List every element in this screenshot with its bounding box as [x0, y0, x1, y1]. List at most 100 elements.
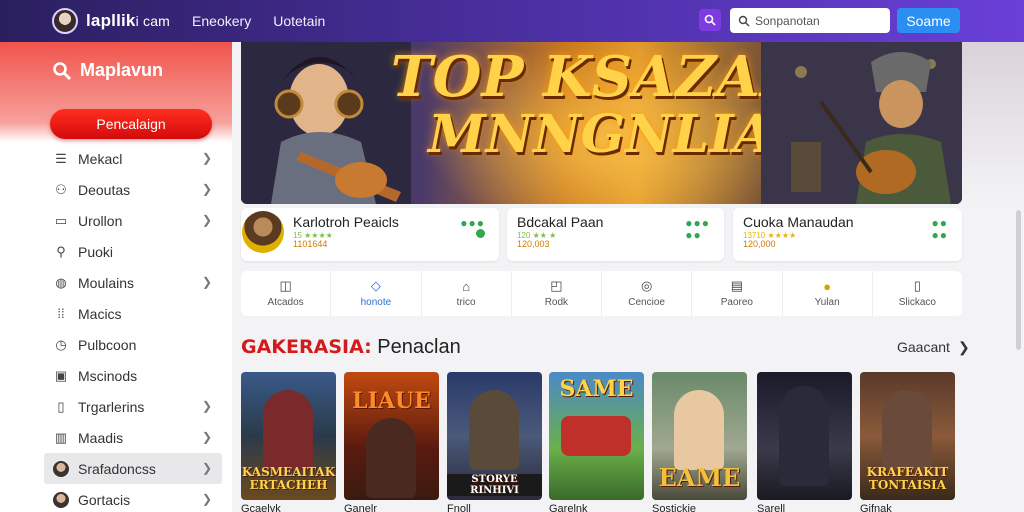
- coin-icon: ●: [823, 278, 832, 294]
- game-title[interactable]: Gifnak: [860, 503, 892, 512]
- category-label: Rodk: [544, 297, 569, 308]
- sidebar-item-mekacl[interactable]: ☰ Mekacl ❯: [44, 143, 222, 174]
- chevron-right-icon: ❯: [201, 399, 212, 413]
- search-input[interactable]: [755, 13, 880, 28]
- category-label: honote: [360, 297, 392, 308]
- sidebar-item-deoutas[interactable]: ⚇ Deoutas ❯: [44, 174, 222, 205]
- featured-thumbnail: [242, 211, 284, 253]
- sidebar-item-gortacis[interactable]: Gortacis ❯: [44, 484, 222, 512]
- grid-icon: ⁞⁞: [57, 306, 65, 321]
- status-dot: [476, 229, 485, 238]
- sidebar-item-label: Deoutas: [78, 181, 131, 198]
- game-caption: KASMEAITAK ERTACHEH: [241, 465, 336, 492]
- window-icon: ▭: [54, 212, 68, 228]
- avatar: [52, 460, 70, 478]
- sidebar-item-srafadoncss[interactable]: Srafadoncss ❯: [44, 453, 222, 484]
- game-card[interactable]: STORYE RINHIVI: [447, 372, 542, 500]
- game-caption: KRAFEAKIT TONTAISIA: [866, 465, 949, 492]
- game-title[interactable]: Ganelr: [344, 503, 377, 512]
- sidebar-item-maadis[interactable]: ▥ Maadis ❯: [44, 422, 222, 453]
- game-card[interactable]: SAME: [549, 372, 644, 500]
- featured-card[interactable]: Cuoka Manaudan 13710 ★★★★ 120,000 ●● ●●: [733, 208, 962, 261]
- featured-card[interactable]: Karlotroh Peaicls 15 ★★★★ 1101644 ●●●: [241, 208, 499, 261]
- game-card[interactable]: LIAUE: [344, 372, 439, 500]
- nav-link-2[interactable]: Uotetain: [273, 13, 325, 29]
- user-avatar[interactable]: [52, 8, 78, 34]
- site-logo[interactable]: laplliki cam: [86, 11, 170, 31]
- book-icon: ▤: [730, 278, 744, 293]
- featured-count: 120,000: [743, 239, 776, 249]
- game-title[interactable]: Fnoll: [447, 503, 471, 512]
- sidebar-brand[interactable]: Maplavun: [52, 60, 163, 81]
- chevron-right-icon: ❯: [201, 182, 212, 196]
- category-slickaco[interactable]: ▯ Slickaco: [873, 271, 962, 316]
- game-card[interactable]: EAME: [652, 372, 747, 500]
- sidebar-item-pulbcoon[interactable]: ◷ Pulbcoon: [44, 329, 222, 360]
- brand-label: Maplavun: [80, 60, 164, 80]
- game-title[interactable]: Garelnk: [549, 503, 588, 512]
- sidebar-item-moulains[interactable]: ◍ Moulains ❯: [44, 267, 222, 298]
- search-icon: [704, 14, 716, 26]
- featured-count: 1101644: [293, 239, 328, 249]
- category-yulan[interactable]: ● Yulan: [783, 271, 873, 316]
- sidebar-item-urollon[interactable]: ▭ Urollon ❯: [44, 205, 222, 236]
- page-scrollbar[interactable]: [1016, 210, 1021, 350]
- sidebar-item-macics[interactable]: ⁞⁞ Macics: [44, 298, 222, 329]
- sidebar-item-mscinods[interactable]: ▣ Mscinods: [44, 360, 222, 391]
- category-label: Paoreo: [720, 297, 753, 308]
- game-art: [779, 386, 829, 486]
- user-icon: ⚲: [56, 243, 66, 259]
- game-card[interactable]: KASMEAITAK ERTACHEH: [241, 372, 336, 500]
- featured-card[interactable]: Bdcakal Paan 120 ★★ ★ 120,003 ●●● ●●: [507, 208, 724, 261]
- sidebar-list: ☰ Mekacl ❯ ⚇ Deoutas ❯ ▭ Urollon ❯ ⚲ Puo…: [44, 143, 222, 512]
- category-strip: ◫ Atcados ◇ honote ⌂ trico ◰ Rodk ◎ Cencioe ▤…: [241, 271, 962, 316]
- game-art: [882, 390, 932, 470]
- game-title[interactable]: Gcaelyk: [241, 503, 281, 512]
- category-label: Atcados: [267, 297, 304, 308]
- sidebar-item-label: Urollon: [78, 212, 123, 229]
- sidebar-item-label: Macics: [78, 305, 122, 322]
- game-card[interactable]: [757, 372, 852, 500]
- chevron-right-icon: ❯: [201, 430, 212, 444]
- search-toggle-button[interactable]: [699, 9, 721, 31]
- game-art: [263, 390, 313, 470]
- sidebar-item-label: Mekacl: [78, 150, 123, 167]
- chevron-right-icon: ❯: [201, 151, 212, 165]
- tag-icon: ◇: [370, 278, 381, 293]
- sidebar-item-label: Moulains: [78, 274, 135, 291]
- more-dots-icon[interactable]: ●● ●●: [932, 217, 949, 241]
- chevron-right-icon: ❯: [957, 339, 970, 355]
- game-caption: STORYE RINHIVI: [447, 474, 542, 496]
- globe-icon: ◍: [55, 274, 67, 290]
- sidebar-cta-button[interactable]: Pencalaign: [50, 109, 212, 139]
- sidebar-item-trgarlerins[interactable]: ▯ Trgarlerins ❯: [44, 391, 222, 422]
- chevron-right-icon: ❯: [201, 492, 212, 506]
- category-rodk[interactable]: ◰ Rodk: [512, 271, 602, 316]
- section-title-rest: Penaclan: [371, 336, 461, 358]
- section-see-all-link[interactable]: Gaacant ❯: [897, 339, 970, 356]
- game-art: [469, 390, 519, 470]
- sidebar: Maplavun Pencalaign ☰ Mekacl ❯ ⚇ Deoutas…: [0, 42, 232, 512]
- search-icon: [53, 61, 72, 80]
- nav-link-1[interactable]: Eneokery: [192, 13, 251, 29]
- game-card[interactable]: KRAFEAKIT TONTAISIA: [860, 372, 955, 500]
- section-link-label: Gaacant: [897, 339, 950, 355]
- sidebar-item-puoki[interactable]: ⚲ Puoki: [44, 236, 222, 267]
- chevron-right-icon: ❯: [201, 275, 212, 289]
- game-title[interactable]: Sostickie: [652, 503, 696, 512]
- category-paoreo[interactable]: ▤ Paoreo: [692, 271, 783, 316]
- category-cencioe[interactable]: ◎ Cencioe: [602, 271, 693, 316]
- more-dots-icon[interactable]: ●●●: [460, 217, 485, 229]
- category-honote[interactable]: ◇ honote: [331, 271, 422, 316]
- game-title[interactable]: Sarell: [757, 503, 785, 512]
- category-atcados[interactable]: ◫ Atcados: [241, 271, 332, 316]
- more-dots-icon[interactable]: ●●● ●●: [685, 217, 710, 241]
- category-trico[interactable]: ⌂ trico: [422, 271, 512, 316]
- image-icon: ▣: [54, 367, 68, 383]
- gamepad-icon: ⚇: [55, 181, 67, 197]
- hero-banner[interactable]: TOP KSAZAN MNNGNLIA: [241, 42, 962, 204]
- sidebar-item-label: Maadis: [78, 429, 124, 446]
- circle-icon: ◎: [640, 278, 653, 293]
- panel-icon: ▯: [913, 278, 921, 293]
- search-button[interactable]: Soame: [897, 8, 960, 33]
